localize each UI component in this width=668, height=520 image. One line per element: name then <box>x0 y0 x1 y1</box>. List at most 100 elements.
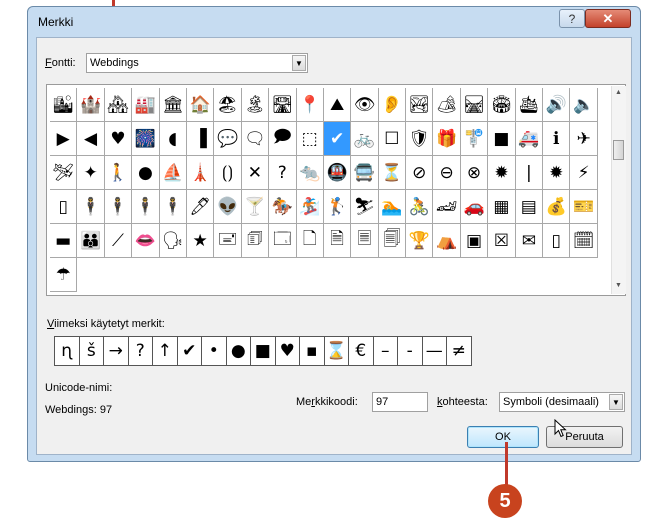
symbol-cell[interactable]: 🗔 <box>269 224 297 258</box>
symbol-cell[interactable]: 🏟 <box>488 88 516 122</box>
symbol-cell[interactable]: 🏰 <box>77 88 105 122</box>
symbol-cell[interactable]: ✈ <box>570 122 598 156</box>
symbol-cell[interactable]: 🗊 <box>241 224 270 258</box>
symbol-cell[interactable]: 👪 <box>77 224 105 258</box>
symbol-cell[interactable]: 🍸 <box>241 190 270 224</box>
symbol-cell[interactable]: ⬚ <box>296 122 324 156</box>
symbol-cell[interactable]: 🏂 <box>296 190 324 224</box>
symbol-cell[interactable]: 🗐 <box>378 224 407 258</box>
symbol-cell[interactable]: 🚴 <box>406 190 434 224</box>
symbol-cell[interactable]: 🏕 <box>433 88 461 122</box>
scroll-down-icon[interactable]: ▼ <box>615 282 622 289</box>
symbol-cell[interactable]: ⊘ <box>406 156 434 190</box>
symbol-cell[interactable]: 🚗 <box>460 190 489 224</box>
symbol-cell[interactable]: 🎁 <box>433 122 461 156</box>
ok-button[interactable]: OK <box>467 426 539 448</box>
chevron-down-icon[interactable]: ▼ <box>292 55 306 71</box>
recent-symbol-cell[interactable]: ▪ <box>300 337 325 366</box>
symbol-cell[interactable]: 🛣 <box>269 88 297 122</box>
symbol-cell[interactable]: 🏆 <box>406 224 434 258</box>
symbol-cell[interactable]: 🚲 <box>351 122 379 156</box>
recent-symbol-cell[interactable]: ♥ <box>275 337 300 366</box>
symbol-cell[interactable]: 🎫 <box>570 190 598 224</box>
symbol-cell[interactable]: 🗏 <box>351 224 379 258</box>
symbol-cell[interactable]: ⛺ <box>433 224 461 258</box>
symbol-cell[interactable]: 🎆 <box>132 122 160 156</box>
symbol-cell[interactable]: 🚑 <box>515 122 544 156</box>
symbol-cell[interactable]: ⟮⟯ <box>214 156 242 190</box>
symbol-cell[interactable]: ⛵ <box>159 156 187 190</box>
recent-symbol-cell[interactable]: → <box>104 337 129 366</box>
symbol-cell[interactable]: ▤ <box>515 190 544 224</box>
close-button[interactable]: ✕ <box>585 9 631 28</box>
recent-symbol-cell[interactable]: š <box>79 337 104 366</box>
recent-symbol-cell[interactable]: • <box>202 337 227 366</box>
symbol-cell[interactable]: 🏌 <box>323 190 352 224</box>
symbol-cell[interactable]: ⊗ <box>460 156 489 190</box>
from-select[interactable]: Symboli (desimaali) ▼ <box>499 392 625 412</box>
recent-symbol-cell[interactable]: ? <box>128 337 153 366</box>
symbol-cell[interactable]: 🏭 <box>132 88 160 122</box>
symbol-cell[interactable]: 🏙 <box>50 88 78 122</box>
symbol-cell[interactable]: ▣ <box>460 224 489 258</box>
symbol-cell[interactable]: ⟋ <box>104 224 133 258</box>
symbol-cell[interactable]: ● <box>132 156 160 190</box>
symbol-cell[interactable]: 👽 <box>214 190 242 224</box>
symbol-cell[interactable]: 🏘 <box>104 88 133 122</box>
symbol-cell[interactable]: 🛤 <box>460 88 489 122</box>
char-code-input[interactable]: 97 <box>372 392 428 412</box>
recent-symbol-cell[interactable]: ɳ <box>55 337 80 366</box>
symbol-cell[interactable]: 🚏 <box>460 122 489 156</box>
symbol-cell[interactable]: 🏎 <box>433 190 461 224</box>
symbol-cell[interactable]: 🗣 <box>159 224 187 258</box>
symbol-cell[interactable]: | <box>515 156 544 190</box>
recent-symbol-cell[interactable]: ≠ <box>447 337 472 366</box>
symbol-cell[interactable]: ♥ <box>104 122 133 156</box>
symbol-cell[interactable]: 💬 <box>214 122 242 156</box>
recent-symbol-cell[interactable]: ⌛ <box>324 337 349 366</box>
symbol-cell[interactable]: 🖃 <box>214 224 242 258</box>
symbol-cell[interactable]: 👄 <box>132 224 160 258</box>
symbol-cell[interactable]: ☂ <box>50 258 78 292</box>
symbol-cell[interactable]: ℹ <box>543 122 571 156</box>
symbol-cell[interactable]: 💰 <box>543 190 571 224</box>
symbol-cell[interactable]: ⚡ <box>570 156 598 190</box>
symbol-cell[interactable]: ▬ <box>50 224 78 258</box>
symbol-cell[interactable]: 🛩 <box>50 156 78 190</box>
symbol-cell[interactable]: ✦ <box>77 156 105 190</box>
symbol-cell[interactable]: ★ <box>186 224 215 258</box>
symbol-cell[interactable]: ⛷ <box>351 190 379 224</box>
recent-symbol-cell[interactable]: ■ <box>251 337 276 366</box>
symbol-cell[interactable]: 👂 <box>378 88 407 122</box>
symbol-cell[interactable]: 🏠 <box>186 88 215 122</box>
symbol-cell[interactable]: 👁 <box>351 88 379 122</box>
symbol-cell[interactable]: ✕ <box>241 156 270 190</box>
symbol-cell[interactable]: ⊖ <box>433 156 461 190</box>
symbol-cell[interactable]: ◀ <box>77 122 105 156</box>
recent-symbol-cell[interactable]: ● <box>226 337 251 366</box>
recent-symbol-cell[interactable]: – <box>373 337 398 366</box>
symbol-cell[interactable]: ✉ <box>515 224 544 258</box>
symbol-cell[interactable]: ▯ <box>543 224 571 258</box>
symbol-cell[interactable]: ▦ <box>488 190 516 224</box>
symbol-cell[interactable]: 🚍 <box>351 156 379 190</box>
symbol-cell[interactable]: 🛳 <box>515 88 544 122</box>
symbol-cell[interactable]: 🗎 <box>323 224 352 258</box>
symbol-cell[interactable]: ☒ <box>488 224 516 258</box>
symbol-cell[interactable]: 🔈 <box>570 88 598 122</box>
scroll-up-icon[interactable]: ▲ <box>615 89 622 96</box>
symbol-cell[interactable]: ◖ <box>159 122 187 156</box>
symbol-cell[interactable]: 🖊 <box>186 190 215 224</box>
symbol-cell[interactable]: 🗩 <box>269 122 297 156</box>
symbol-cell[interactable]: ▶ <box>50 122 78 156</box>
symbol-cell[interactable]: ✔ <box>323 122 352 156</box>
symbol-cell[interactable]: ⏳ <box>378 156 407 190</box>
symbol-cell[interactable]: 🏞 <box>406 88 434 122</box>
symbol-cell[interactable]: 🕴 <box>132 190 160 224</box>
scrollbar-thumb[interactable] <box>613 140 624 160</box>
symbol-cell[interactable]: 🏝 <box>241 88 270 122</box>
symbol-cell[interactable]: 🏇 <box>269 190 297 224</box>
symbol-cell[interactable]: ✹ <box>488 156 516 190</box>
recent-symbol-cell[interactable]: ✔ <box>177 337 202 366</box>
recent-symbol-cell[interactable]: ↑ <box>153 337 178 366</box>
